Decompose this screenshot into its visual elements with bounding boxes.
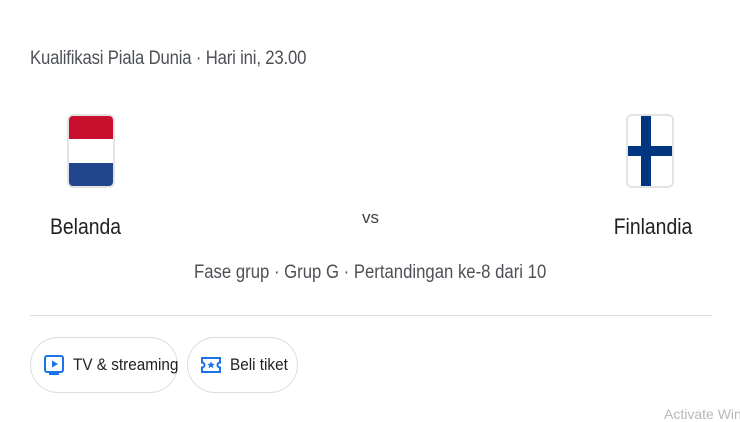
home-team-name[interactable]: Belanda xyxy=(50,214,121,240)
match-header: Kualifikasi Piala Dunia · Hari ini, 23.0… xyxy=(30,48,307,69)
vs-label: vs xyxy=(362,208,379,227)
netherlands-flag-icon xyxy=(69,116,113,186)
match-stage-info: Fase grup · Grup G · Pertandingan ke-8 d… xyxy=(193,262,547,283)
tv-streaming-button[interactable]: TV & streaming xyxy=(30,337,178,393)
finland-flag-icon xyxy=(628,116,672,186)
buy-tickets-label: Beli tiket xyxy=(230,355,288,374)
tv-play-icon xyxy=(43,354,65,376)
tv-streaming-label: TV & streaming xyxy=(73,355,179,374)
divider xyxy=(30,315,712,316)
ticket-icon xyxy=(200,354,222,376)
away-team-name[interactable]: Finlandia xyxy=(613,214,692,240)
activate-windows-watermark: Activate Wind xyxy=(664,406,740,422)
buy-tickets-button[interactable]: Beli tiket xyxy=(187,337,298,393)
